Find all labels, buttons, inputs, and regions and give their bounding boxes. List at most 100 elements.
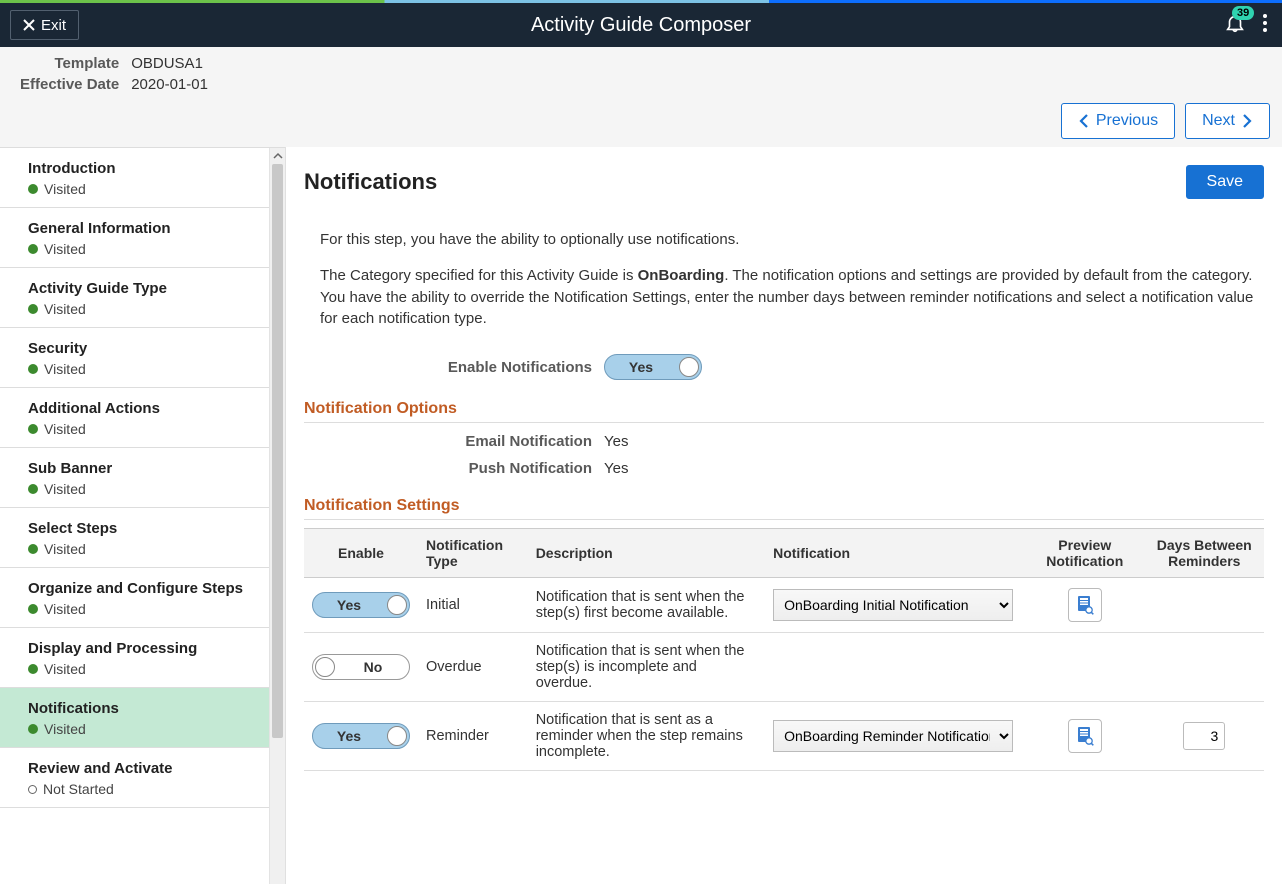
- sidebar-item-label: Additional Actions: [28, 400, 267, 417]
- row-type: Initial: [418, 578, 528, 633]
- status-dot-icon: [28, 484, 38, 494]
- sidebar-item-status: Not Started: [28, 781, 267, 797]
- template-value: OBDUSA1: [131, 55, 208, 72]
- row-enable-toggle[interactable]: Yes: [312, 592, 410, 618]
- email-notification-label: Email Notification: [304, 433, 604, 450]
- sidebar-item[interactable]: Sub Banner Visited: [0, 448, 285, 508]
- sidebar-item-label: Organize and Configure Steps: [28, 580, 267, 597]
- category-name: OnBoarding: [638, 267, 725, 284]
- row-type: Reminder: [418, 702, 528, 771]
- meta-bar: Template OBDUSA1 Effective Date 2020-01-…: [0, 47, 1282, 147]
- notification-select[interactable]: OnBoarding Initial Notification: [773, 589, 1013, 621]
- push-notification-value: Yes: [604, 460, 628, 477]
- notification-settings-heading: Notification Settings: [304, 497, 1264, 520]
- status-text: Visited: [44, 241, 86, 257]
- sidebar-item-status: Visited: [28, 241, 267, 257]
- more-menu-button[interactable]: [1258, 13, 1272, 37]
- push-notification-label: Push Notification: [304, 460, 604, 477]
- exit-label: Exit: [41, 17, 66, 34]
- status-dot-icon: [28, 664, 38, 674]
- previous-button[interactable]: Previous: [1061, 103, 1175, 139]
- sidebar-item-status: Visited: [28, 301, 267, 317]
- row-enable-toggle[interactable]: No: [312, 654, 410, 680]
- toggle-value: Yes: [313, 728, 385, 744]
- scrollbar[interactable]: [269, 148, 285, 884]
- row-type: Overdue: [418, 633, 528, 702]
- intro-text-2: The Category specified for this Activity…: [320, 265, 1264, 330]
- row-enable-toggle[interactable]: Yes: [312, 723, 410, 749]
- main-panel: Notifications Save For this step, you ha…: [285, 147, 1282, 884]
- status-dot-icon: [28, 184, 38, 194]
- toggle-knob: [679, 357, 699, 377]
- col-type: Notification Type: [418, 529, 528, 578]
- notifications-button[interactable]: 39: [1224, 12, 1246, 38]
- notification-count-badge: 39: [1232, 6, 1254, 20]
- document-preview-icon: [1076, 595, 1094, 615]
- toggle-knob: [387, 726, 407, 746]
- template-label: Template: [20, 55, 119, 72]
- status-dot-icon: [28, 304, 38, 314]
- toggle-value: No: [337, 659, 409, 675]
- next-label: Next: [1202, 112, 1235, 130]
- sidebar-item[interactable]: Select StepsVisited: [0, 508, 285, 568]
- sidebar-item[interactable]: Introduction Visited: [0, 148, 285, 208]
- notification-select[interactable]: OnBoarding Reminder Notification: [773, 720, 1013, 752]
- chevron-left-icon: [1078, 114, 1090, 128]
- status-text: Visited: [44, 181, 86, 197]
- dots-vertical-icon: [1262, 13, 1268, 33]
- scroll-up-button[interactable]: [270, 148, 285, 164]
- sidebar-item[interactable]: Activity Guide Type Visited: [0, 268, 285, 328]
- table-row: YesInitialNotification that is sent when…: [304, 578, 1264, 633]
- save-button[interactable]: Save: [1186, 165, 1264, 199]
- status-dot-icon: [28, 604, 38, 614]
- sidebar-item-label: Review and Activate: [28, 760, 267, 777]
- sidebar-item-label: Select Steps: [28, 520, 267, 537]
- enable-notifications-toggle[interactable]: Yes: [604, 354, 702, 380]
- sidebar-item-status: Visited: [28, 661, 267, 677]
- scroll-thumb[interactable]: [272, 164, 283, 738]
- top-bar: Exit Activity Guide Composer 39: [0, 3, 1282, 47]
- close-icon: [23, 19, 35, 31]
- sidebar-item-label: Security: [28, 340, 267, 357]
- enable-notifications-label: Enable Notifications: [304, 359, 604, 376]
- sidebar-item-status: Visited: [28, 601, 267, 617]
- status-dot-icon: [28, 364, 38, 374]
- sidebar-item-label: Introduction: [28, 160, 267, 177]
- preview-notification-button[interactable]: [1068, 719, 1102, 753]
- row-description: Notification that is sent when the step(…: [528, 633, 765, 702]
- next-button[interactable]: Next: [1185, 103, 1270, 139]
- toggle-value: Yes: [313, 597, 385, 613]
- status-text: Visited: [44, 721, 86, 737]
- sidebar-item[interactable]: Organize and Configure Steps Visited: [0, 568, 285, 628]
- sidebar-item[interactable]: Review and Activate Not Started: [0, 748, 285, 808]
- exit-button[interactable]: Exit: [10, 10, 79, 40]
- status-dot-icon: [28, 724, 38, 734]
- sidebar-item-status: Visited: [28, 721, 267, 737]
- notification-options-heading: Notification Options: [304, 400, 1264, 423]
- status-text: Visited: [44, 481, 86, 497]
- days-between-reminders-input[interactable]: [1183, 722, 1225, 750]
- col-notification: Notification: [765, 529, 1025, 578]
- sidebar-item[interactable]: General InformationVisited: [0, 208, 285, 268]
- main-heading: Notifications: [304, 169, 437, 195]
- sidebar-item-status: Visited: [28, 361, 267, 377]
- document-preview-icon: [1076, 726, 1094, 746]
- intro-text-1: For this step, you have the ability to o…: [320, 229, 1264, 251]
- sidebar-item[interactable]: Security Visited: [0, 328, 285, 388]
- status-dot-icon: [28, 244, 38, 254]
- toggle-knob: [387, 595, 407, 615]
- sidebar-item-label: Activity Guide Type: [28, 280, 267, 297]
- sidebar-item-label: Notifications: [28, 700, 267, 717]
- sidebar-item[interactable]: Display and ProcessingVisited: [0, 628, 285, 688]
- sidebar-item[interactable]: Notifications Visited: [0, 688, 285, 748]
- sidebar-item-label: Sub Banner: [28, 460, 267, 477]
- col-preview: Preview Notification: [1025, 529, 1145, 578]
- status-dot-icon: [28, 785, 37, 794]
- status-dot-icon: [28, 424, 38, 434]
- col-desc: Description: [528, 529, 765, 578]
- sidebar-item[interactable]: Additional ActionsVisited: [0, 388, 285, 448]
- preview-notification-button[interactable]: [1068, 588, 1102, 622]
- sidebar-item-status: Visited: [28, 481, 267, 497]
- table-row: YesReminderNotification that is sent as …: [304, 702, 1264, 771]
- page-title: Activity Guide Composer: [531, 14, 751, 37]
